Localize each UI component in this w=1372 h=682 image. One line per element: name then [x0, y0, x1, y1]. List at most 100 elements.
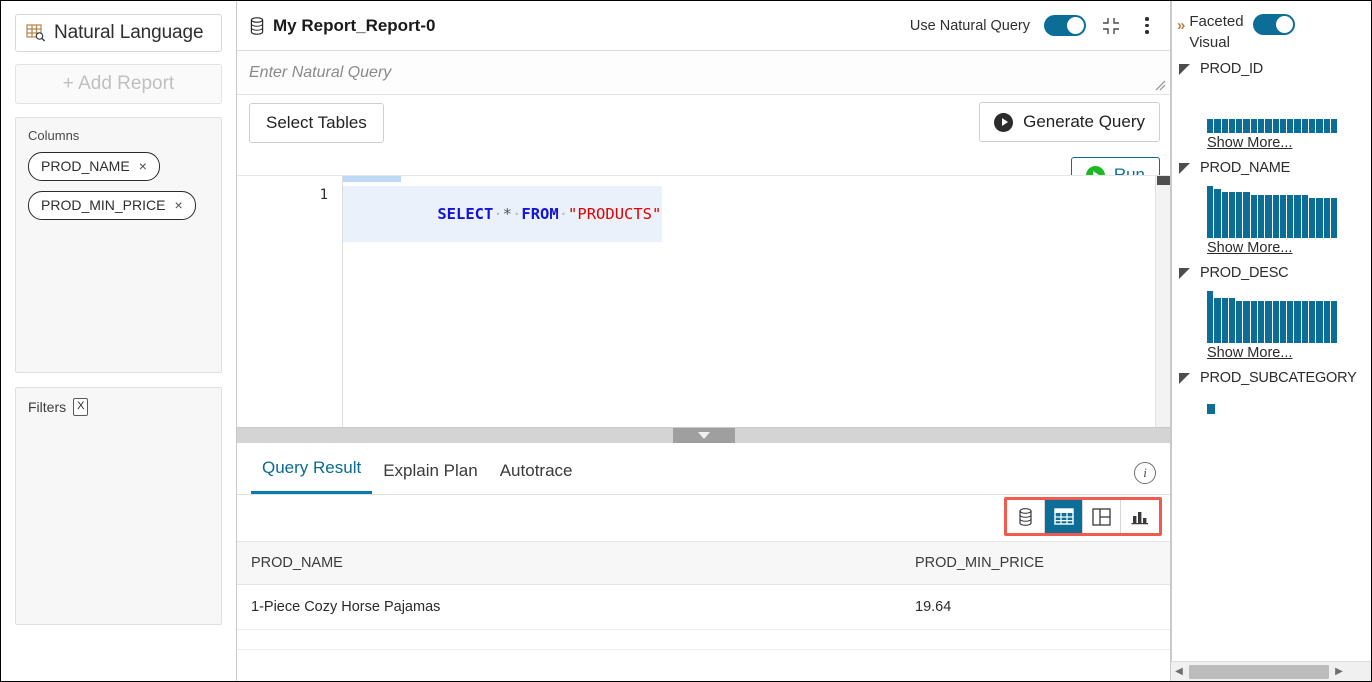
editor-results-splitter[interactable]	[237, 427, 1170, 443]
facet-bar[interactable]	[1331, 198, 1337, 238]
facet-bar[interactable]	[1236, 301, 1242, 343]
facet-bar[interactable]	[1324, 119, 1330, 133]
facet-bar[interactable]	[1273, 301, 1279, 343]
generate-query-button[interactable]: Generate Query	[979, 102, 1160, 142]
collapse-triangle-icon[interactable]	[1179, 163, 1190, 174]
facet-bar[interactable]	[1287, 195, 1293, 238]
facet-bar[interactable]	[1294, 195, 1300, 238]
splitter-collapse-handle[interactable]	[673, 428, 735, 443]
facet-bar[interactable]	[1331, 301, 1337, 343]
add-report-button[interactable]: + Add Report	[15, 64, 222, 104]
sql-code-line[interactable]: SELECT·*·FROM·"PRODUCTS"	[343, 186, 662, 242]
facet-bar[interactable]	[1243, 192, 1249, 238]
facet-bar[interactable]	[1265, 301, 1271, 343]
expand-panel-icon[interactable]: »	[1177, 17, 1183, 34]
facet-bar[interactable]	[1258, 119, 1264, 133]
show-more-link[interactable]: Show More...	[1207, 135, 1292, 151]
facet-bar[interactable]	[1302, 119, 1308, 133]
facet-bar[interactable]	[1258, 195, 1264, 238]
grid-view-button[interactable]	[1045, 500, 1083, 533]
facet-bar[interactable]	[1294, 301, 1300, 343]
select-tables-button[interactable]: Select Tables	[249, 103, 384, 143]
facet-bar[interactable]	[1324, 198, 1330, 238]
facet-bar[interactable]	[1251, 301, 1257, 343]
facet-bar[interactable]	[1251, 195, 1257, 238]
chart-view-button[interactable]	[1121, 500, 1159, 533]
facet-bar[interactable]	[1309, 198, 1315, 238]
show-more-link[interactable]: Show More...	[1207, 240, 1292, 256]
facet-bar[interactable]	[1287, 119, 1293, 133]
facet-bar[interactable]	[1280, 195, 1286, 238]
facet-bar[interactable]	[1243, 119, 1249, 133]
facet-bar[interactable]	[1309, 301, 1315, 343]
column-chip[interactable]: PROD_MIN_PRICE ×	[28, 191, 196, 220]
resize-handle-icon[interactable]	[1154, 79, 1166, 91]
facet-bar[interactable]	[1214, 298, 1220, 343]
info-icon[interactable]: i	[1134, 462, 1156, 484]
column-header[interactable]: PROD_MIN_PRICE	[915, 555, 1156, 571]
close-icon[interactable]: ×	[139, 159, 147, 173]
faceted-visual-toggle[interactable]	[1253, 14, 1295, 35]
facet-bar[interactable]	[1207, 119, 1213, 133]
scroll-left-arrow-icon[interactable]: ◀	[1171, 666, 1187, 677]
facet-bar[interactable]	[1214, 189, 1220, 238]
split-panel-view-button[interactable]	[1083, 500, 1121, 533]
facet-bar[interactable]	[1222, 192, 1228, 238]
facet-bar[interactable]	[1243, 301, 1249, 343]
facet-bar[interactable]	[1222, 298, 1228, 343]
tab-autotrace[interactable]: Autotrace	[489, 461, 584, 494]
facet-bar[interactable]	[1280, 301, 1286, 343]
more-options-icon[interactable]	[1136, 15, 1158, 37]
facet-bar-chart[interactable]	[1207, 291, 1337, 343]
facet-bar[interactable]	[1316, 198, 1322, 238]
facet-bar[interactable]	[1280, 119, 1286, 133]
facet-bar[interactable]	[1214, 119, 1220, 133]
scrollbar-thumb[interactable]	[1189, 665, 1329, 679]
database-view-button[interactable]	[1007, 500, 1045, 533]
facet-bar[interactable]	[1302, 301, 1308, 343]
facet-bar[interactable]	[1236, 119, 1242, 133]
facet-bar[interactable]	[1273, 195, 1279, 238]
editor-code-area[interactable]: SELECT·*·FROM·"PRODUCTS"	[343, 176, 1170, 427]
close-icon[interactable]: ×	[174, 198, 182, 212]
facet-bar[interactable]	[1258, 301, 1264, 343]
facet-bar[interactable]	[1294, 119, 1300, 133]
facet-bar[interactable]	[1222, 119, 1228, 133]
column-chip[interactable]: PROD_NAME ×	[28, 152, 160, 181]
facet-bar[interactable]	[1207, 291, 1213, 343]
facet-bar[interactable]	[1302, 195, 1308, 238]
natural-language-button[interactable]: Natural Language	[15, 14, 222, 52]
facet-bar[interactable]	[1229, 119, 1235, 133]
facet-bar[interactable]	[1229, 298, 1235, 343]
use-natural-query-toggle[interactable]	[1044, 15, 1086, 36]
column-header[interactable]: PROD_NAME	[251, 555, 915, 571]
facet-bar[interactable]	[1207, 186, 1213, 238]
table-row-partial[interactable]	[237, 630, 1170, 650]
facet-bar[interactable]	[1229, 192, 1235, 238]
facet-bar-chart[interactable]	[1207, 186, 1337, 238]
facet-title-row[interactable]: PROD_NAME	[1179, 160, 1365, 176]
facet-bar[interactable]	[1273, 119, 1279, 133]
facet-title-row[interactable]: PROD_SUBCATEGORY	[1179, 370, 1365, 386]
facet-bar[interactable]	[1324, 301, 1330, 343]
facet-bar[interactable]	[1309, 119, 1315, 133]
scroll-right-arrow-icon[interactable]: ▶	[1331, 666, 1347, 677]
sql-editor[interactable]: 1 SELECT·*·FROM·"PRODUCTS"	[237, 175, 1170, 427]
facet-title-row[interactable]: PROD_DESC	[1179, 265, 1365, 281]
table-row[interactable]: 1-Piece Cozy Horse Pajamas 19.64	[237, 585, 1170, 630]
facet-title-row[interactable]: PROD_ID	[1179, 61, 1365, 77]
natural-query-input[interactable]: Enter Natural Query	[237, 51, 1170, 95]
facet-bar[interactable]	[1331, 119, 1337, 133]
collapse-triangle-icon[interactable]	[1179, 373, 1190, 384]
facet-bar[interactable]	[1236, 192, 1242, 238]
facet-bar[interactable]	[1265, 119, 1271, 133]
collapse-triangle-icon[interactable]	[1179, 268, 1190, 279]
panel-horizontal-scrollbar[interactable]: ◀ ▶	[1171, 661, 1371, 681]
clear-filters-button[interactable]: X	[73, 398, 88, 416]
facet-bar[interactable]	[1251, 119, 1257, 133]
collapse-triangle-icon[interactable]	[1179, 64, 1190, 75]
facet-bar[interactable]	[1316, 119, 1322, 133]
facet-bar-chart[interactable]	[1207, 404, 1337, 414]
facet-bar[interactable]	[1316, 301, 1322, 343]
show-more-link[interactable]: Show More...	[1207, 345, 1292, 361]
